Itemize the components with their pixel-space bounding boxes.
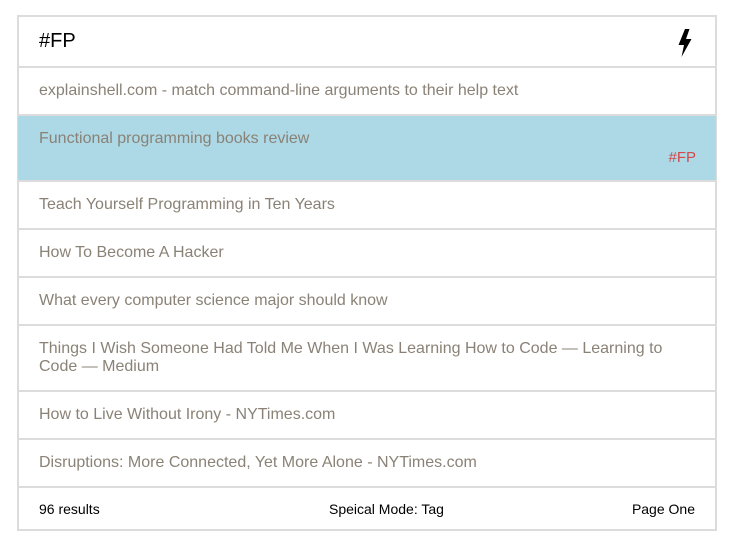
page-indicator: Page One xyxy=(631,500,695,517)
status-bar: 96 results Speical Mode: Tag Page One xyxy=(19,488,715,529)
result-item[interactable]: Disruptions: More Connected, Yet More Al… xyxy=(19,440,715,488)
mode-indicator: Speical Mode: Tag xyxy=(329,500,444,517)
result-item[interactable]: How To Become A Hacker xyxy=(19,230,715,278)
bolt-icon[interactable] xyxy=(677,28,693,57)
result-item[interactable]: What every computer science major should… xyxy=(19,278,715,326)
result-tag: #FP xyxy=(668,149,696,166)
result-title: How To Become A Hacker xyxy=(39,244,224,261)
result-title: Functional programming books review xyxy=(39,130,310,147)
search-panel: explainshell.com - match command-line ar… xyxy=(17,15,717,531)
result-item[interactable]: explainshell.com - match command-line ar… xyxy=(19,68,715,116)
result-title: Disruptions: More Connected, Yet More Al… xyxy=(39,454,477,471)
result-title: How to Live Without Irony - NYTimes.com xyxy=(39,406,336,423)
result-item[interactable]: Teach Yourself Programming in Ten Years xyxy=(19,182,715,230)
search-input[interactable] xyxy=(39,30,619,53)
search-bar xyxy=(19,17,715,68)
result-title: Things I Wish Someone Had Told Me When I… xyxy=(39,340,663,375)
result-title: explainshell.com - match command-line ar… xyxy=(39,82,519,99)
result-item[interactable]: How to Live Without Irony - NYTimes.com xyxy=(19,392,715,440)
result-title: Teach Yourself Programming in Ten Years xyxy=(39,196,335,213)
result-item-selected[interactable]: Functional programming books review #FP xyxy=(18,116,716,182)
result-count: 96 results xyxy=(39,500,100,517)
results-list: explainshell.com - match command-line ar… xyxy=(18,68,716,488)
result-title: What every computer science major should… xyxy=(39,292,388,309)
result-item[interactable]: Things I Wish Someone Had Told Me When I… xyxy=(19,326,715,392)
